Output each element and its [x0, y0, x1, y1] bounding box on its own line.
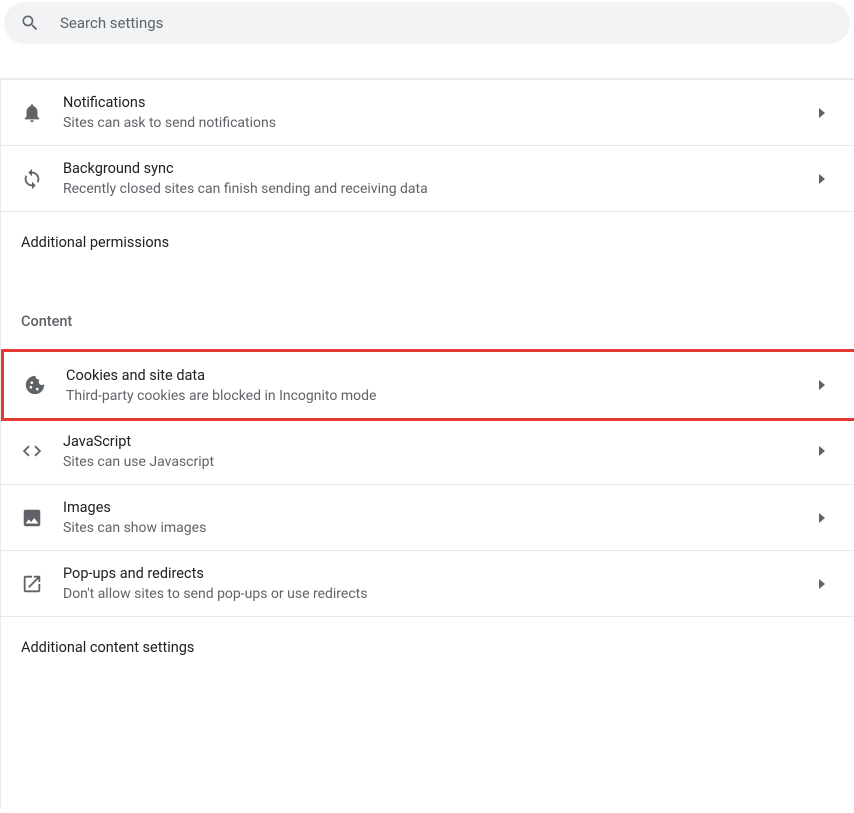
images-title: Images — [63, 499, 812, 516]
chevron-right-icon — [812, 169, 832, 189]
images-subtitle: Sites can show images — [63, 520, 812, 536]
popup-icon — [21, 572, 63, 596]
bell-icon — [21, 101, 63, 125]
row-texts: Cookies and site data Third-party cookie… — [66, 367, 812, 404]
chevron-right-icon — [812, 574, 832, 594]
chevron-right-icon — [812, 508, 832, 528]
cookies-title: Cookies and site data — [66, 367, 812, 384]
highlighted-selection: Cookies and site data Third-party cookie… — [1, 349, 854, 421]
row-texts: Pop-ups and redirects Don't allow sites … — [63, 565, 812, 602]
additional-permissions-label: Additional permissions — [21, 234, 832, 251]
notifications-subtitle: Sites can ask to send notifications — [63, 115, 812, 131]
background-sync-title: Background sync — [63, 160, 812, 177]
background-sync-subtitle: Recently closed sites can finish sending… — [63, 181, 812, 197]
sync-icon — [21, 167, 63, 191]
image-icon — [21, 506, 63, 530]
row-cookies[interactable]: Cookies and site data Third-party cookie… — [4, 352, 854, 418]
chevron-right-icon — [812, 375, 832, 395]
popups-title: Pop-ups and redirects — [63, 565, 812, 582]
row-texts: Notifications Sites can ask to send noti… — [63, 94, 812, 131]
search-input[interactable] — [60, 14, 834, 32]
javascript-subtitle: Sites can use Javascript — [63, 454, 812, 470]
code-icon — [21, 439, 63, 463]
additional-content-label: Additional content settings — [21, 639, 832, 656]
row-images[interactable]: Images Sites can show images — [1, 484, 854, 550]
row-notifications[interactable]: Notifications Sites can ask to send noti… — [1, 79, 854, 145]
row-texts: JavaScript Sites can use Javascript — [63, 433, 812, 470]
row-additional-content[interactable]: Additional content settings — [1, 616, 854, 678]
row-additional-permissions[interactable]: Additional permissions — [1, 211, 854, 273]
chevron-right-icon — [812, 103, 832, 123]
cookies-subtitle: Third-party cookies are blocked in Incog… — [66, 388, 812, 404]
cookie-icon — [24, 373, 66, 397]
row-popups[interactable]: Pop-ups and redirects Don't allow sites … — [1, 550, 854, 616]
content-section-header: Content — [1, 273, 854, 352]
row-texts: Images Sites can show images — [63, 499, 812, 536]
row-texts: Background sync Recently closed sites ca… — [63, 160, 812, 197]
popups-subtitle: Don't allow sites to send pop-ups or use… — [63, 586, 812, 602]
javascript-title: JavaScript — [63, 433, 812, 450]
chevron-right-icon — [812, 441, 832, 461]
row-javascript[interactable]: JavaScript Sites can use Javascript — [1, 418, 854, 484]
search-bar[interactable] — [4, 2, 850, 44]
row-background-sync[interactable]: Background sync Recently closed sites ca… — [1, 145, 854, 211]
settings-panel: Notifications Sites can ask to send noti… — [0, 78, 854, 809]
notifications-title: Notifications — [63, 94, 812, 111]
search-icon — [20, 13, 40, 33]
